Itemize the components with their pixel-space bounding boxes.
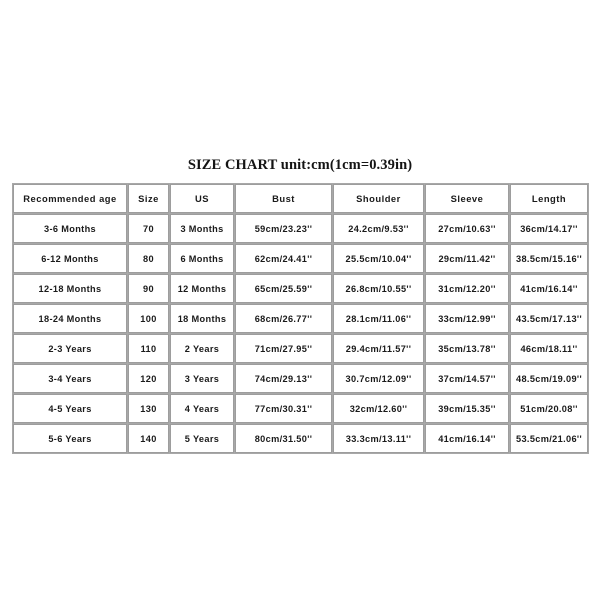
cell-length: 41cm/16.14'' bbox=[510, 274, 588, 303]
cell-sleeve: 41cm/16.14'' bbox=[425, 424, 509, 453]
cell-length: 48.5cm/19.09'' bbox=[510, 364, 588, 393]
cell-recommended-age: 3-6 Months bbox=[13, 214, 127, 243]
table-row: 4-5 Years 130 4 Years 77cm/30.31'' 32cm/… bbox=[13, 394, 588, 423]
size-chart-table: Recommended age Size US Bust Shoulder Sl… bbox=[12, 183, 589, 454]
cell-us: 12 Months bbox=[170, 274, 234, 303]
cell-recommended-age: 2-3 Years bbox=[13, 334, 127, 363]
cell-shoulder: 28.1cm/11.06'' bbox=[333, 304, 424, 333]
cell-shoulder: 32cm/12.60'' bbox=[333, 394, 424, 423]
table-row: 12-18 Months 90 12 Months 65cm/25.59'' 2… bbox=[13, 274, 588, 303]
cell-length: 46cm/18.11'' bbox=[510, 334, 588, 363]
cell-length: 51cm/20.08'' bbox=[510, 394, 588, 423]
cell-bust: 77cm/30.31'' bbox=[235, 394, 332, 423]
table-row: 6-12 Months 80 6 Months 62cm/24.41'' 25.… bbox=[13, 244, 588, 273]
cell-us: 6 Months bbox=[170, 244, 234, 273]
column-header-size: Size bbox=[128, 184, 169, 213]
cell-us: 3 Years bbox=[170, 364, 234, 393]
column-header-us: US bbox=[170, 184, 234, 213]
size-chart-page: SIZE CHART unit:cm(1cm=0.39in) Recommend… bbox=[0, 0, 600, 600]
cell-size: 100 bbox=[128, 304, 169, 333]
cell-length: 53.5cm/21.06'' bbox=[510, 424, 588, 453]
cell-shoulder: 33.3cm/13.11'' bbox=[333, 424, 424, 453]
cell-size: 70 bbox=[128, 214, 169, 243]
cell-recommended-age: 6-12 Months bbox=[13, 244, 127, 273]
cell-us: 2 Years bbox=[170, 334, 234, 363]
column-header-shoulder: Shoulder bbox=[333, 184, 424, 213]
table-row: 3-6 Months 70 3 Months 59cm/23.23'' 24.2… bbox=[13, 214, 588, 243]
column-header-length: Length bbox=[510, 184, 588, 213]
cell-sleeve: 39cm/15.35'' bbox=[425, 394, 509, 423]
cell-bust: 80cm/31.50'' bbox=[235, 424, 332, 453]
cell-recommended-age: 4-5 Years bbox=[13, 394, 127, 423]
cell-sleeve: 29cm/11.42'' bbox=[425, 244, 509, 273]
cell-shoulder: 24.2cm/9.53'' bbox=[333, 214, 424, 243]
cell-sleeve: 31cm/12.20'' bbox=[425, 274, 509, 303]
cell-shoulder: 30.7cm/12.09'' bbox=[333, 364, 424, 393]
cell-shoulder: 29.4cm/11.57'' bbox=[333, 334, 424, 363]
table-row: 18-24 Months 100 18 Months 68cm/26.77'' … bbox=[13, 304, 588, 333]
cell-shoulder: 26.8cm/10.55'' bbox=[333, 274, 424, 303]
cell-sleeve: 27cm/10.63'' bbox=[425, 214, 509, 243]
cell-size: 80 bbox=[128, 244, 169, 273]
column-header-recommended-age: Recommended age bbox=[13, 184, 127, 213]
cell-size: 140 bbox=[128, 424, 169, 453]
column-header-bust: Bust bbox=[235, 184, 332, 213]
cell-bust: 68cm/26.77'' bbox=[235, 304, 332, 333]
cell-bust: 71cm/27.95'' bbox=[235, 334, 332, 363]
cell-recommended-age: 5-6 Years bbox=[13, 424, 127, 453]
cell-size: 120 bbox=[128, 364, 169, 393]
table-header-row: Recommended age Size US Bust Shoulder Sl… bbox=[13, 184, 588, 213]
cell-recommended-age: 12-18 Months bbox=[13, 274, 127, 303]
table-row: 5-6 Years 140 5 Years 80cm/31.50'' 33.3c… bbox=[13, 424, 588, 453]
cell-bust: 74cm/29.13'' bbox=[235, 364, 332, 393]
cell-bust: 65cm/25.59'' bbox=[235, 274, 332, 303]
cell-size: 130 bbox=[128, 394, 169, 423]
cell-bust: 59cm/23.23'' bbox=[235, 214, 332, 243]
cell-us: 5 Years bbox=[170, 424, 234, 453]
table-row: 3-4 Years 120 3 Years 74cm/29.13'' 30.7c… bbox=[13, 364, 588, 393]
cell-length: 36cm/14.17'' bbox=[510, 214, 588, 243]
cell-sleeve: 33cm/12.99'' bbox=[425, 304, 509, 333]
cell-sleeve: 35cm/13.78'' bbox=[425, 334, 509, 363]
cell-sleeve: 37cm/14.57'' bbox=[425, 364, 509, 393]
cell-shoulder: 25.5cm/10.04'' bbox=[333, 244, 424, 273]
cell-recommended-age: 3-4 Years bbox=[13, 364, 127, 393]
size-chart-table-wrapper: Recommended age Size US Bust Shoulder Sl… bbox=[12, 183, 589, 454]
column-header-sleeve: Sleeve bbox=[425, 184, 509, 213]
cell-us: 4 Years bbox=[170, 394, 234, 423]
cell-length: 38.5cm/15.16'' bbox=[510, 244, 588, 273]
cell-us: 3 Months bbox=[170, 214, 234, 243]
cell-size: 110 bbox=[128, 334, 169, 363]
cell-length: 43.5cm/17.13'' bbox=[510, 304, 588, 333]
cell-recommended-age: 18-24 Months bbox=[13, 304, 127, 333]
cell-us: 18 Months bbox=[170, 304, 234, 333]
cell-bust: 62cm/24.41'' bbox=[235, 244, 332, 273]
table-row: 2-3 Years 110 2 Years 71cm/27.95'' 29.4c… bbox=[13, 334, 588, 363]
page-title: SIZE CHART unit:cm(1cm=0.39in) bbox=[187, 157, 413, 173]
cell-size: 90 bbox=[128, 274, 169, 303]
